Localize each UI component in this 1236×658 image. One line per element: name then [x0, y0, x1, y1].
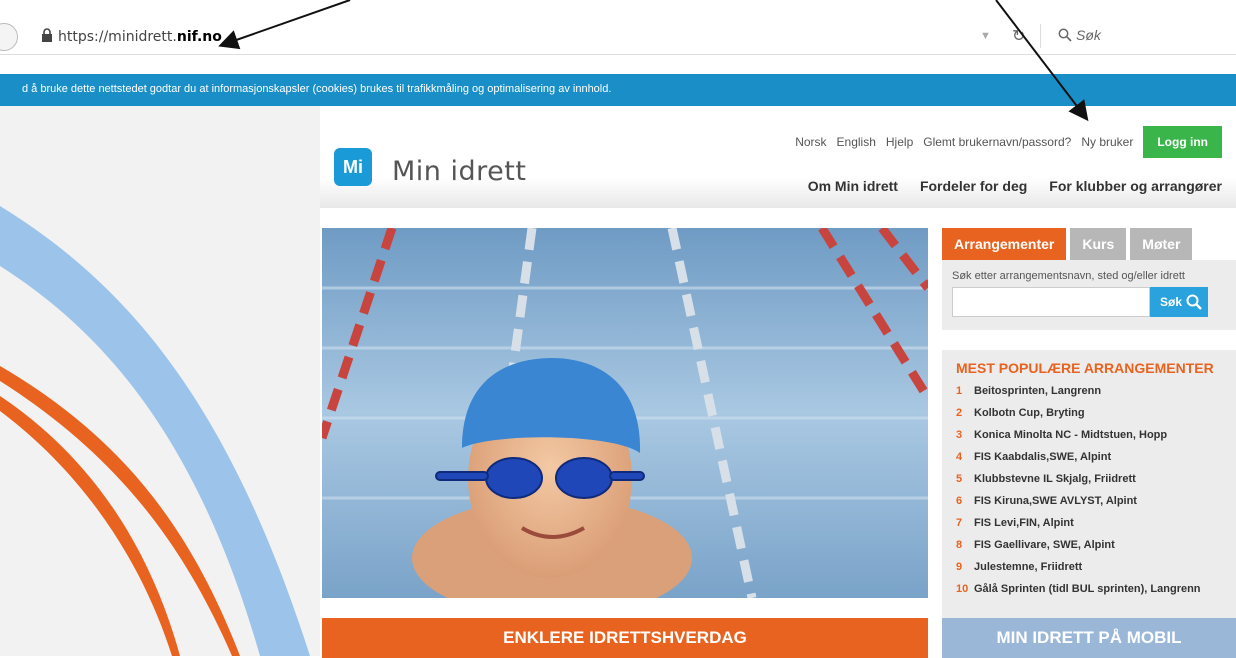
list-item[interactable]: 9 Julestemne, Friidrett	[956, 556, 1222, 578]
popular-title: MEST POPULÆRE ARRANGEMENTER	[956, 360, 1214, 376]
main-nav: Om Min idrett Fordeler for deg For klubb…	[786, 178, 1222, 194]
event-search-box: Søk etter arrangementsnavn, sted og/elle…	[942, 260, 1236, 330]
event-search-button[interactable]: Søk	[1150, 287, 1208, 317]
item-label[interactable]: FIS Levi,FIN, Alpint	[974, 512, 1074, 534]
list-item[interactable]: 1 Beitosprinten, Langrenn	[956, 380, 1222, 402]
search-placeholder: Søk	[1076, 27, 1101, 43]
logo-text[interactable]: Min idrett	[392, 156, 526, 187]
site-content: Norsk English Hjelp Glemt brukernavn/pas…	[320, 106, 1236, 658]
cookie-notice: d å bruke dette nettstedet godtar du at …	[0, 74, 1236, 106]
item-label[interactable]: Konica Minolta NC - Midtstuen, Hopp	[974, 424, 1167, 446]
item-label[interactable]: FIS Kaabdalis,SWE, Alpint	[974, 446, 1111, 468]
item-label[interactable]: FIS Gaellivare, SWE, Alpint	[974, 534, 1115, 556]
link-new-user[interactable]: Ny bruker	[1081, 135, 1133, 149]
search-icon	[1186, 294, 1202, 310]
link-norsk[interactable]: Norsk	[795, 135, 826, 149]
item-number: 2	[956, 407, 963, 419]
event-search-input[interactable]	[952, 287, 1150, 317]
link-english[interactable]: English	[837, 135, 876, 149]
item-label[interactable]: Beitosprinten, Langrenn	[974, 380, 1101, 402]
item-number: 10	[956, 583, 969, 595]
browser-search-input[interactable]: Søk	[1058, 25, 1236, 49]
item-label[interactable]: Klubbstevne IL Skjalg, Friidrett	[974, 468, 1136, 490]
item-number: 4	[956, 451, 963, 463]
list-item[interactable]: 3 Konica Minolta NC - Midtstuen, Hopp	[956, 424, 1222, 446]
item-number: 1	[956, 385, 963, 397]
item-number: 5	[956, 473, 963, 485]
list-item[interactable]: 4 FIS Kaabdalis,SWE, Alpint	[956, 446, 1222, 468]
item-number: 8	[956, 539, 963, 551]
url-dropdown-icon[interactable]: ▼	[980, 30, 991, 42]
item-label[interactable]: Julestemne, Friidrett	[974, 556, 1082, 578]
url-domain: nif.no	[176, 29, 222, 45]
address-field[interactable]: https://minidrett.nif.no	[58, 29, 222, 45]
search-icon	[1058, 28, 1072, 42]
events-sidebar: Arrangementer Kurs Møter Søk etter arran…	[942, 228, 1236, 622]
site-header: Norsk English Hjelp Glemt brukernavn/pas…	[320, 106, 1236, 208]
nav-fordeler[interactable]: Fordeler for deg	[920, 178, 1027, 194]
login-button[interactable]: Logg inn	[1143, 126, 1222, 158]
item-label[interactable]: FIS Kiruna,SWE AVLYST, Alpint	[974, 490, 1137, 512]
link-forgot-password[interactable]: Glemt brukernavn/passord?	[923, 135, 1071, 149]
item-number: 9	[956, 561, 963, 573]
logo-mark[interactable]: Mi	[334, 148, 372, 186]
list-item[interactable]: 6 FIS Kiruna,SWE AVLYST, Alpint	[956, 490, 1222, 512]
nav-klubber[interactable]: For klubber og arrangører	[1049, 178, 1222, 194]
back-button[interactable]	[0, 23, 18, 51]
top-links: Norsk English Hjelp Glemt brukernavn/pas…	[785, 126, 1222, 158]
reload-icon[interactable]: ↻	[1012, 26, 1030, 46]
popular-events: MEST POPULÆRE ARRANGEMENTER 1 Beitosprint…	[942, 350, 1236, 622]
sidebar-tabs: Arrangementer Kurs Møter	[942, 228, 1236, 260]
divider	[1040, 24, 1041, 48]
item-number: 3	[956, 429, 963, 441]
search-button-label: Søk	[1160, 295, 1183, 309]
item-number: 7	[956, 517, 963, 529]
list-item[interactable]: 7 FIS Levi,FIN, Alpint	[956, 512, 1222, 534]
decorative-background	[0, 106, 320, 656]
list-item[interactable]: 8 FIS Gaellivare, SWE, Alpint	[956, 534, 1222, 556]
tab-arrangementer[interactable]: Arrangementer	[942, 228, 1067, 260]
lock-icon	[42, 28, 52, 42]
list-item[interactable]: 2 Kolbotn Cup, Bryting	[956, 402, 1222, 424]
tab-moter[interactable]: Møter	[1130, 228, 1193, 260]
tab-kurs[interactable]: Kurs	[1070, 228, 1127, 260]
item-number: 6	[956, 495, 963, 507]
item-label[interactable]: Gålå Sprinten (tidl BUL sprinten), Langr…	[974, 578, 1201, 600]
nav-om-min-idrett[interactable]: Om Min idrett	[808, 178, 898, 194]
banner-min-idrett-mobil[interactable]: MIN IDRETT PÅ MOBIL	[942, 618, 1236, 658]
hero-image	[322, 228, 928, 598]
list-item[interactable]: 5 Klubbstevne IL Skjalg, Friidrett	[956, 468, 1222, 490]
search-hint: Søk etter arrangementsnavn, sted og/elle…	[952, 270, 1185, 282]
item-label[interactable]: Kolbotn Cup, Bryting	[974, 402, 1085, 424]
list-item[interactable]: 10 Gålå Sprinten (tidl BUL sprinten), Lan…	[956, 578, 1222, 600]
link-help[interactable]: Hjelp	[886, 135, 913, 149]
browser-url-bar: https://minidrett.nif.no ▼ ↻ Søk	[0, 20, 1236, 55]
url-prefix: https://minidrett.	[58, 29, 177, 45]
banner-enklere-idrettshverdag[interactable]: ENKLERE IDRETTSHVERDAG	[322, 618, 928, 658]
